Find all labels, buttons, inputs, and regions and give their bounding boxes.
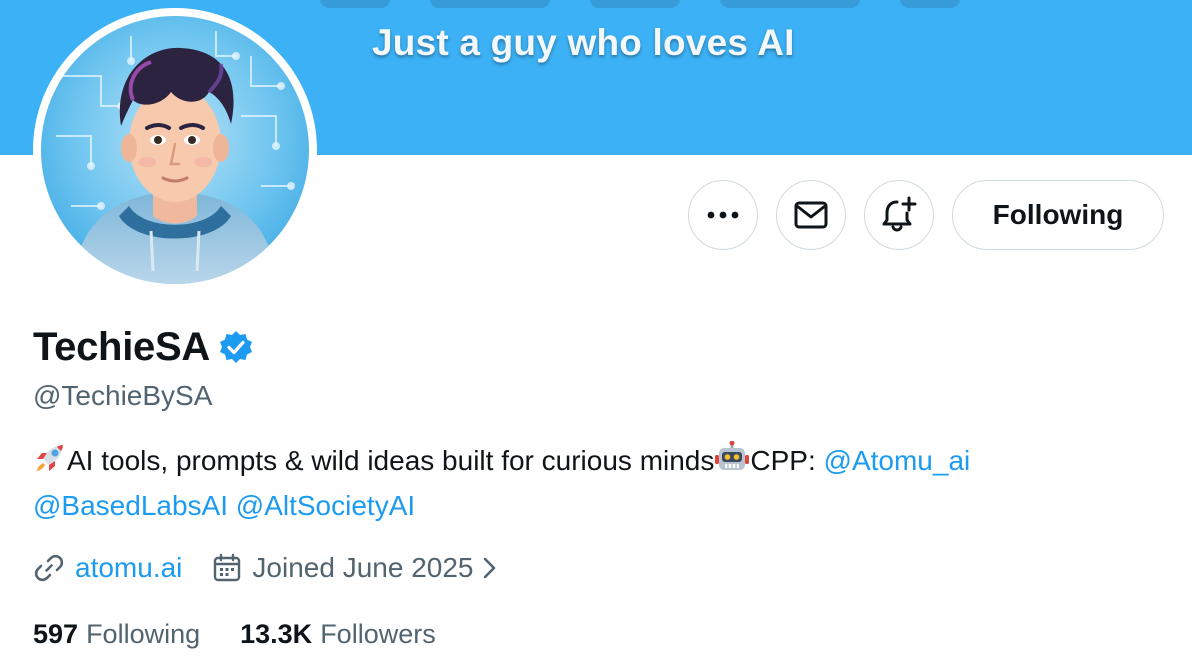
bell-plus-icon (881, 196, 917, 234)
mention-link[interactable]: @AltSocietyAI (236, 490, 415, 521)
followers-count: 13.3K (240, 618, 313, 649)
followers-label: Followers (320, 618, 436, 649)
message-button[interactable] (776, 180, 846, 250)
rocket-emoji-icon (33, 441, 67, 486)
following-label: Following (86, 618, 201, 649)
following-count: 597 (33, 618, 79, 649)
bio-cpp-label: CPP: (750, 445, 824, 476)
banner-decoration (320, 0, 960, 8)
link-icon (33, 552, 65, 584)
calendar-icon (212, 553, 242, 583)
more-options-button[interactable] (688, 180, 758, 250)
bio: AI tools, prompts & wild ideas built for… (33, 440, 1153, 526)
notifications-button[interactable] (864, 180, 934, 250)
followers-stat-link[interactable]: 13.3K Followers (240, 619, 436, 650)
envelope-icon (794, 201, 828, 229)
display-name: TechieSA (33, 324, 210, 369)
bio-text: AI tools, prompts & wild ideas built for… (67, 445, 715, 476)
more-horizontal-icon (706, 211, 740, 219)
verified-badge-icon[interactable] (218, 329, 254, 365)
profile-meta: atomu.ai Joined June 2025 (33, 546, 499, 590)
mention-link[interactable]: @Atomu_ai (824, 445, 971, 476)
following-stat-link[interactable]: 597 Following (33, 619, 200, 650)
chevron-right-icon (479, 555, 499, 581)
banner-text: Just a guy who loves AI (372, 22, 795, 63)
website-link[interactable]: atomu.ai (75, 552, 182, 584)
profile-photo-icon (41, 16, 309, 284)
handle: @TechieBySA (33, 380, 213, 411)
joined-item[interactable]: Joined June 2025 (212, 552, 499, 584)
name-row: TechieSA (33, 322, 254, 372)
follow-stats: 597 Following 13.3K Followers (33, 614, 436, 654)
robot-emoji-icon (714, 440, 750, 486)
following-button[interactable]: Following (952, 180, 1164, 250)
mention-link[interactable]: @BasedLabsAI (33, 490, 228, 521)
website-item: atomu.ai (33, 552, 182, 584)
joined-date: Joined June 2025 (252, 552, 474, 583)
avatar[interactable] (41, 16, 309, 284)
